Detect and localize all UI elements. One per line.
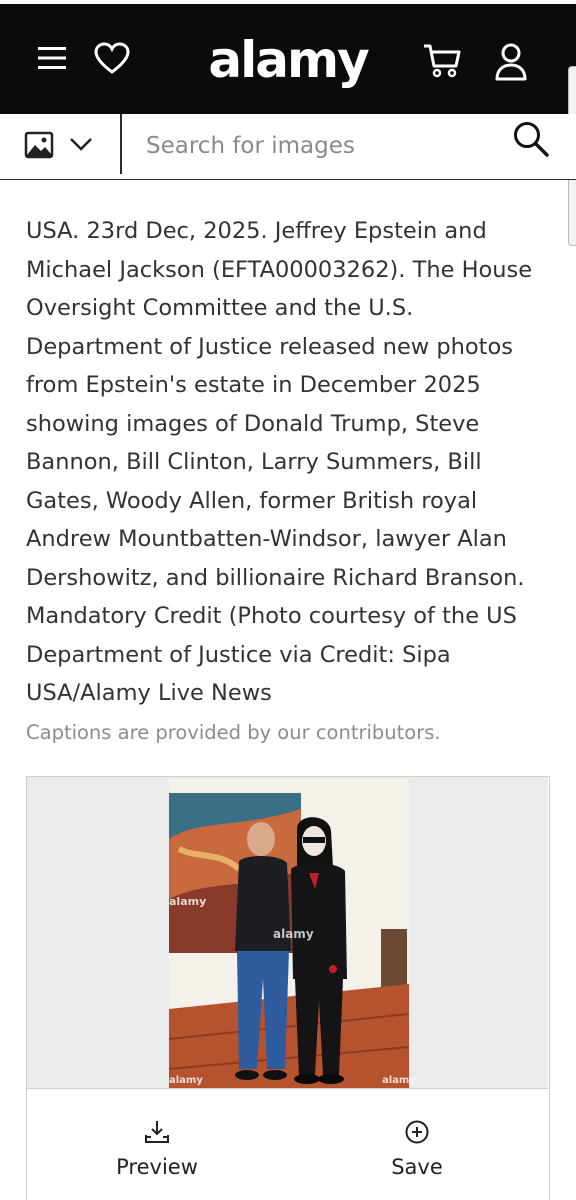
image-caption: USA. 23rd Dec, 2025. Jeffrey Epstein and… [26, 218, 533, 706]
save-button[interactable]: Save [287, 1089, 547, 1199]
caption-disclaimer: Captions are provided by our contributor… [26, 721, 441, 744]
save-label: Save [391, 1155, 443, 1179]
watermark-bottom-left: alamy [169, 1075, 203, 1086]
image-card: alamy alamy alamy alamy Preview Save [26, 776, 550, 1200]
watermark-bottom-right: alamy [382, 1075, 416, 1086]
add-circle-icon [405, 1120, 429, 1144]
download-icon [145, 1121, 169, 1143]
image-icon [24, 131, 54, 159]
watermark-center: alamy [273, 927, 314, 941]
watermark-top: alamy [169, 895, 207, 908]
image-actions: Preview Save [27, 1089, 548, 1200]
preview-button[interactable]: Preview [27, 1089, 287, 1199]
user-icon[interactable] [494, 42, 528, 82]
preview-label: Preview [116, 1155, 198, 1179]
image-type-dropdown[interactable] [24, 124, 120, 168]
search-input[interactable] [146, 124, 486, 168]
search-bar [0, 114, 576, 180]
search-divider [120, 114, 122, 174]
search-icon[interactable] [512, 120, 550, 158]
chevron-down-icon [70, 138, 92, 151]
top-navigation-bar: alamy [0, 0, 576, 114]
alamy-logo[interactable]: alamy [0, 32, 576, 88]
cart-icon[interactable] [422, 42, 462, 80]
image-preview-area[interactable]: alamy alamy alamy alamy [27, 777, 548, 1089]
